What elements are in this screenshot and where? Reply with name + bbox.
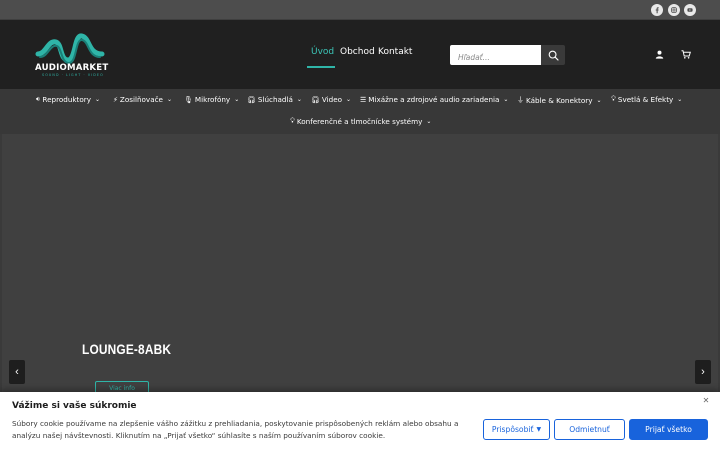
category-kable[interactable]: ⏚︎ Káble & Konektory ⌄ (517, 95, 602, 105)
chevron-down-icon: ⌄ (503, 96, 509, 103)
brand-name: AUDIOMARKET (35, 63, 109, 73)
category-video[interactable]: 🎧︎ Video ⌄ (311, 95, 351, 104)
category-label: Mikrofóny (194, 95, 231, 104)
category-label: Slúchadlá (257, 95, 293, 104)
bolt-icon: ⚡︎ (113, 95, 118, 104)
search-icon (548, 50, 559, 61)
chevron-down-icon: ⌄ (234, 96, 240, 103)
sliders-icon: ☰︎ (360, 95, 367, 104)
cookie-title: Vážime si vaše súkromie (12, 401, 137, 411)
youtube-icon[interactable] (684, 4, 696, 16)
category-sluchadla[interactable]: 🎧︎ Slúchadlá ⌄ (247, 95, 302, 104)
cookie-reject-button[interactable]: Odmietnuť (554, 419, 625, 440)
category-zosilnovace[interactable]: ⚡︎ Zosilňovače ⌄ (113, 95, 172, 104)
facebook-icon[interactable] (651, 4, 663, 16)
hero-title: LOUNGE-8ABK (82, 341, 172, 357)
category-konferencne[interactable]: 💡︎ Konferenčné a tlmočnícke systémy ⌄ (290, 117, 431, 126)
category-label: Zosilňovače (119, 95, 163, 104)
plug-icon: ⏚︎ (517, 96, 524, 104)
cookie-text: Súbory cookie používame na zlepšenie váš… (12, 419, 459, 440)
chevron-down-icon: ⌄ (166, 96, 172, 103)
search-input[interactable] (450, 47, 541, 68)
customize-label: Prispôsobiť (491, 425, 534, 434)
cookie-accept-button[interactable]: Prijať všetko (629, 419, 708, 440)
headset-icon: 🎧︎ (311, 95, 320, 104)
top-bar (0, 0, 720, 20)
cart-icon[interactable] (681, 49, 691, 59)
nav-active-indicator (307, 66, 335, 68)
category-label: Mixážne a zdrojové audio zariadenia (368, 95, 500, 104)
category-mixazne[interactable]: ☰︎ Mixážne a zdrojové audio zariadenia ⌄ (360, 95, 508, 104)
nav-kontakt[interactable]: Kontakt (378, 47, 412, 57)
category-label: Reproduktory (42, 95, 91, 104)
chevron-down-icon: ⌄ (596, 96, 602, 104)
search-field (450, 45, 541, 68)
cookie-close-button[interactable]: ✕ (701, 396, 711, 406)
category-label: Káble & Konektory (526, 95, 593, 105)
chevron-down-icon: ⌄ (677, 96, 683, 103)
chevron-down-icon: ⌄ (346, 96, 352, 103)
category-label: Konferenčné a tlmočnícke systémy (296, 117, 423, 126)
nav-uvod[interactable]: Úvod (311, 47, 334, 57)
bulb-icon: 💡︎ (290, 117, 295, 125)
chevron-left-icon: ‹ (15, 366, 19, 378)
chevron-right-icon: › (701, 366, 705, 378)
slider-next-button[interactable]: › (695, 360, 711, 384)
chevron-down-icon: ⌄ (426, 118, 432, 125)
bulb-icon: 💡︎ (611, 95, 616, 103)
search-button[interactable] (541, 45, 565, 65)
category-label: Video (321, 95, 343, 104)
chevron-down-icon: ⌄ (296, 96, 302, 103)
category-reproduktory[interactable]: 🔉︎ Reproduktory ⌄ (36, 95, 100, 104)
close-icon: ✕ (702, 396, 710, 405)
chevron-down-icon: ⌄ (94, 96, 101, 103)
category-mikrofony[interactable]: 🎙︎ Mikrofóny ⌄ (184, 95, 239, 104)
instagram-icon[interactable] (668, 4, 680, 16)
category-svetla[interactable]: 💡︎ Svetlá & Efekty ⌄ (611, 95, 682, 104)
brand-tagline: SOUND · LIGHT · VIDEO (42, 73, 104, 77)
user-icon[interactable] (654, 49, 664, 59)
nav-obchod[interactable]: Obchod (340, 47, 375, 57)
speaker-icon: 🔉︎ (36, 95, 41, 103)
category-label: Svetlá & Efekty (617, 95, 674, 104)
microphone-icon: 🎙︎ (184, 95, 193, 104)
caret-down-icon: ▼ (536, 426, 542, 433)
headphones-icon: 🎧︎ (247, 95, 256, 104)
cookie-customize-button[interactable]: Prispôsobiť ▼ (483, 419, 550, 440)
slider-prev-button[interactable]: ‹ (9, 360, 25, 384)
